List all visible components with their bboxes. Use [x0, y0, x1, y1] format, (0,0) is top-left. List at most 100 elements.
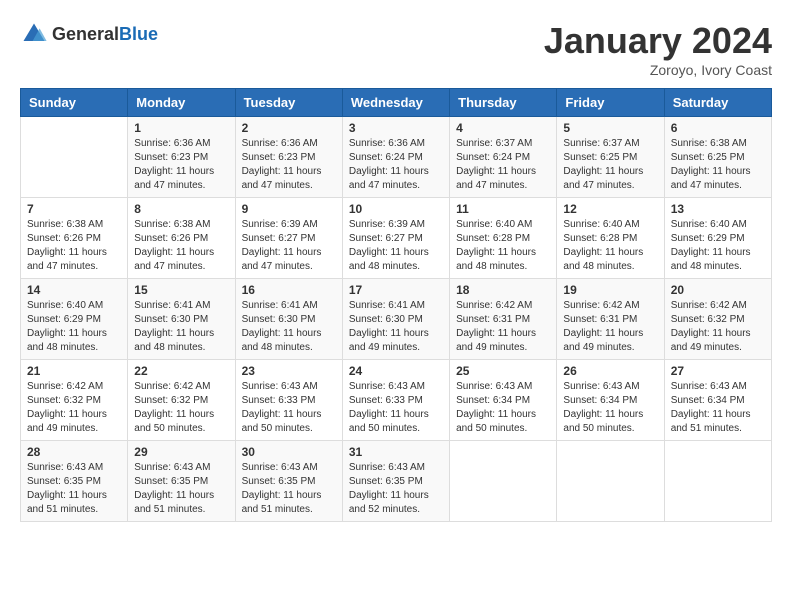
day-number: 7: [27, 202, 121, 216]
calendar-header-row: SundayMondayTuesdayWednesdayThursdayFrid…: [21, 89, 772, 117]
calendar-cell: 8 Sunrise: 6:38 AMSunset: 6:26 PMDaylight…: [128, 198, 235, 279]
day-number: 8: [134, 202, 228, 216]
calendar-cell: 24 Sunrise: 6:43 AMSunset: 6:33 PMDayligh…: [342, 360, 449, 441]
calendar-cell: 20 Sunrise: 6:42 AMSunset: 6:32 PMDayligh…: [664, 279, 771, 360]
day-number: 26: [563, 364, 657, 378]
calendar-cell: 27Sunrise: 6:43 AMSunset: 6:34 PMDayligh…: [664, 360, 771, 441]
calendar-cell: 7 Sunrise: 6:38 AMSunset: 6:26 PMDaylight…: [21, 198, 128, 279]
page-header: GeneralBlue January 2024 Zoroyo, Ivory C…: [20, 20, 772, 78]
day-header-wednesday: Wednesday: [342, 89, 449, 117]
calendar-cell: 25 Sunrise: 6:43 AMSunset: 6:34 PMDayligh…: [450, 360, 557, 441]
day-info: Sunrise: 6:43 AMSunset: 6:33 PMDaylight:…: [242, 380, 336, 436]
day-header-monday: Monday: [128, 89, 235, 117]
day-info: Sunrise: 6:37 AMSunset: 6:25 PMDaylight:…: [563, 137, 657, 193]
day-number: 5: [563, 121, 657, 135]
day-info: Sunrise: 6:43 AMSunset: 6:35 PMDaylight:…: [349, 461, 443, 517]
day-info: Sunrise: 6:36 AMSunset: 6:23 PMDaylight:…: [242, 137, 336, 193]
calendar-cell: 13 Sunrise: 6:40 AMSunset: 6:29 PMDayligh…: [664, 198, 771, 279]
day-info: Sunrise: 6:42 AMSunset: 6:32 PMDaylight:…: [27, 380, 121, 436]
day-number: 22: [134, 364, 228, 378]
calendar-week-4: 21Sunrise: 6:42 AMSunset: 6:32 PMDayligh…: [21, 360, 772, 441]
day-info: Sunrise: 6:38 AMSunset: 6:26 PMDaylight:…: [27, 218, 121, 274]
day-info: Sunrise: 6:43 AMSunset: 6:34 PMDaylight:…: [563, 380, 657, 436]
day-number: 19: [563, 283, 657, 297]
day-header-thursday: Thursday: [450, 89, 557, 117]
title-block: January 2024 Zoroyo, Ivory Coast: [544, 20, 772, 78]
day-number: 15: [134, 283, 228, 297]
day-info: Sunrise: 6:42 AMSunset: 6:32 PMDaylight:…: [134, 380, 228, 436]
calendar-week-5: 28 Sunrise: 6:43 AMSunset: 6:35 PMDayligh…: [21, 441, 772, 522]
calendar-cell: 30 Sunrise: 6:43 AMSunset: 6:35 PMDayligh…: [235, 441, 342, 522]
logo-text: GeneralBlue: [52, 24, 158, 45]
calendar-week-1: 1 Sunrise: 6:36 AMSunset: 6:23 PMDaylight…: [21, 117, 772, 198]
calendar-cell: 17 Sunrise: 6:41 AMSunset: 6:30 PMDayligh…: [342, 279, 449, 360]
day-number: 30: [242, 445, 336, 459]
calendar-cell: 11Sunrise: 6:40 AMSunset: 6:28 PMDayligh…: [450, 198, 557, 279]
day-header-sunday: Sunday: [21, 89, 128, 117]
calendar-cell: 14Sunrise: 6:40 AMSunset: 6:29 PMDayligh…: [21, 279, 128, 360]
calendar-cell: 18 Sunrise: 6:42 AMSunset: 6:31 PMDayligh…: [450, 279, 557, 360]
day-info: Sunrise: 6:39 AMSunset: 6:27 PMDaylight:…: [349, 218, 443, 274]
calendar-cell: [664, 441, 771, 522]
day-info: Sunrise: 6:38 AMSunset: 6:25 PMDaylight:…: [671, 137, 765, 193]
day-info: Sunrise: 6:43 AMSunset: 6:34 PMDaylight:…: [456, 380, 550, 436]
calendar-cell: 28 Sunrise: 6:43 AMSunset: 6:35 PMDayligh…: [21, 441, 128, 522]
day-number: 25: [456, 364, 550, 378]
day-header-friday: Friday: [557, 89, 664, 117]
day-number: 13: [671, 202, 765, 216]
calendar-cell: 22 Sunrise: 6:42 AMSunset: 6:32 PMDayligh…: [128, 360, 235, 441]
day-number: 1: [134, 121, 228, 135]
day-info: Sunrise: 6:43 AMSunset: 6:33 PMDaylight:…: [349, 380, 443, 436]
day-number: 3: [349, 121, 443, 135]
day-number: 6: [671, 121, 765, 135]
calendar-cell: 5 Sunrise: 6:37 AMSunset: 6:25 PMDaylight…: [557, 117, 664, 198]
day-info: Sunrise: 6:36 AMSunset: 6:23 PMDaylight:…: [134, 137, 228, 193]
day-number: 4: [456, 121, 550, 135]
day-info: Sunrise: 6:41 AMSunset: 6:30 PMDaylight:…: [349, 299, 443, 355]
calendar-cell: 26 Sunrise: 6:43 AMSunset: 6:34 PMDayligh…: [557, 360, 664, 441]
day-number: 10: [349, 202, 443, 216]
calendar-cell: [450, 441, 557, 522]
location-subtitle: Zoroyo, Ivory Coast: [544, 62, 772, 78]
day-number: 23: [242, 364, 336, 378]
day-number: 2: [242, 121, 336, 135]
calendar-cell: 16Sunrise: 6:41 AMSunset: 6:30 PMDayligh…: [235, 279, 342, 360]
day-number: 9: [242, 202, 336, 216]
day-number: 28: [27, 445, 121, 459]
calendar-cell: 19 Sunrise: 6:42 AMSunset: 6:31 PMDayligh…: [557, 279, 664, 360]
calendar-cell: 10 Sunrise: 6:39 AMSunset: 6:27 PMDayligh…: [342, 198, 449, 279]
day-header-saturday: Saturday: [664, 89, 771, 117]
calendar-table: SundayMondayTuesdayWednesdayThursdayFrid…: [20, 88, 772, 522]
calendar-cell: 29Sunrise: 6:43 AMSunset: 6:35 PMDayligh…: [128, 441, 235, 522]
calendar-cell: 2 Sunrise: 6:36 AMSunset: 6:23 PMDaylight…: [235, 117, 342, 198]
day-info: Sunrise: 6:42 AMSunset: 6:31 PMDaylight:…: [456, 299, 550, 355]
day-number: 24: [349, 364, 443, 378]
day-number: 11: [456, 202, 550, 216]
calendar-cell: 23 Sunrise: 6:43 AMSunset: 6:33 PMDayligh…: [235, 360, 342, 441]
day-info: Sunrise: 6:42 AMSunset: 6:32 PMDaylight:…: [671, 299, 765, 355]
day-info: Sunrise: 6:40 AMSunset: 6:29 PMDaylight:…: [671, 218, 765, 274]
calendar-cell: [557, 441, 664, 522]
day-info: Sunrise: 6:40 AMSunset: 6:29 PMDaylight:…: [27, 299, 121, 355]
day-info: Sunrise: 6:36 AMSunset: 6:24 PMDaylight:…: [349, 137, 443, 193]
calendar-cell: 1 Sunrise: 6:36 AMSunset: 6:23 PMDaylight…: [128, 117, 235, 198]
day-info: Sunrise: 6:43 AMSunset: 6:35 PMDaylight:…: [27, 461, 121, 517]
day-info: Sunrise: 6:42 AMSunset: 6:31 PMDaylight:…: [563, 299, 657, 355]
day-number: 17: [349, 283, 443, 297]
day-info: Sunrise: 6:43 AMSunset: 6:35 PMDaylight:…: [242, 461, 336, 517]
calendar-cell: 9 Sunrise: 6:39 AMSunset: 6:27 PMDaylight…: [235, 198, 342, 279]
day-number: 31: [349, 445, 443, 459]
day-info: Sunrise: 6:40 AMSunset: 6:28 PMDaylight:…: [563, 218, 657, 274]
day-number: 18: [456, 283, 550, 297]
calendar-cell: [21, 117, 128, 198]
day-info: Sunrise: 6:41 AMSunset: 6:30 PMDaylight:…: [134, 299, 228, 355]
calendar-cell: 31 Sunrise: 6:43 AMSunset: 6:35 PMDayligh…: [342, 441, 449, 522]
day-info: Sunrise: 6:39 AMSunset: 6:27 PMDaylight:…: [242, 218, 336, 274]
logo-blue: Blue: [119, 24, 158, 44]
calendar-cell: 21Sunrise: 6:42 AMSunset: 6:32 PMDayligh…: [21, 360, 128, 441]
day-info: Sunrise: 6:43 AMSunset: 6:34 PMDaylight:…: [671, 380, 765, 436]
day-info: Sunrise: 6:38 AMSunset: 6:26 PMDaylight:…: [134, 218, 228, 274]
calendar-week-2: 7 Sunrise: 6:38 AMSunset: 6:26 PMDaylight…: [21, 198, 772, 279]
logo-general: General: [52, 24, 119, 44]
day-number: 20: [671, 283, 765, 297]
